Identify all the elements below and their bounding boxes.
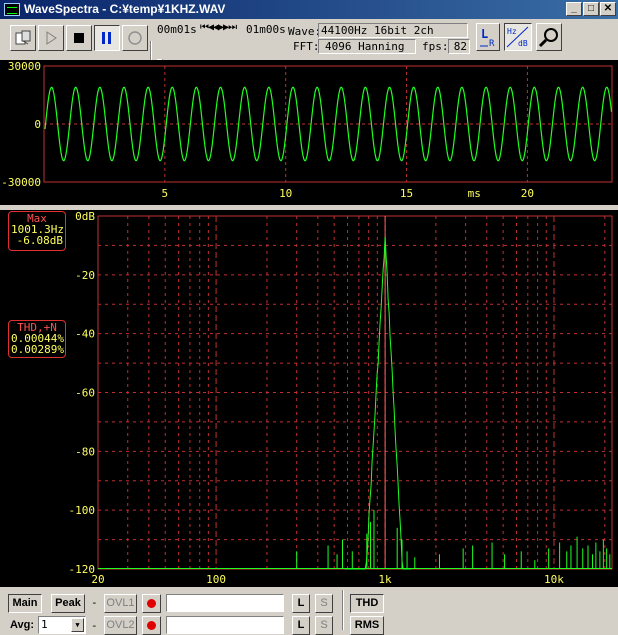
waveform-x-tick: 10 (279, 187, 292, 200)
spectrum-chart: 0dB-20-40-60-80-100-12020 100 1k 10k (69, 210, 613, 586)
hz-db-top-label: Hz (507, 27, 517, 36)
hz-db-bottom-label: dB (518, 39, 528, 48)
spectrum-panel[interactable]: 0dB -20 -40 -60 -80 -100 -120 20 100 1k 10k Max 10… (0, 210, 618, 587)
spectrum-y-tick: -20 (75, 269, 95, 282)
app-icon[interactable] (4, 3, 20, 16)
record-icon (128, 31, 142, 45)
fps-field: 82 (448, 39, 470, 54)
spectrum-x-tick: 20 (91, 573, 104, 586)
thd-button[interactable]: THD (350, 594, 384, 613)
waveform-y-tick: 0 (34, 118, 41, 131)
waveform-x-tick: 20 (521, 187, 534, 200)
max-info-box: Max 1001.3Hz -6.08dB (8, 211, 66, 251)
record-button[interactable] (122, 25, 148, 51)
dropdown-arrow-icon[interactable]: ▼ (71, 618, 84, 632)
fps-label: fps: (422, 40, 449, 53)
overlay-2-button[interactable]: OVL2 (104, 616, 137, 635)
average-label: Avg: (10, 619, 35, 631)
open-file-icon (15, 30, 31, 45)
overlay-1-record-button[interactable] (142, 594, 161, 613)
waveform-y-tick: -30000 (1, 176, 41, 189)
peak-button[interactable]: Peak (51, 594, 85, 613)
dash-1: - (91, 596, 98, 609)
thdn-value: 0.00289% (11, 343, 64, 356)
spectrum-x-tick: 1k (378, 573, 392, 586)
overlay-2-save-button[interactable]: S (315, 616, 333, 635)
waveform-x-tick: 15 (400, 187, 413, 200)
maximize-button[interactable]: □ (583, 2, 599, 16)
main-button[interactable]: Main (8, 594, 42, 613)
title-bar[interactable]: WaveSpectra - C:¥temp¥1KHZ.WAV _ □ ✕ (0, 0, 618, 19)
pause-button[interactable] (94, 25, 120, 51)
svg-text:L: L (481, 27, 488, 41)
average-value: 1 (41, 618, 48, 631)
spectrum-y-tick: 0dB (75, 210, 95, 223)
rms-button[interactable]: RMS (350, 616, 384, 635)
spectrum-y-tick: -100 (69, 504, 96, 517)
open-file-button[interactable] (10, 25, 36, 51)
waveform-x-tick: 5 (162, 187, 169, 200)
play-button[interactable] (38, 25, 64, 51)
channel-lr-button[interactable]: L R (476, 23, 500, 51)
lr-icon: L R (480, 27, 495, 48)
bottom-controls: Main Peak - OVL1 L S THD Avg: 1 ▼ - OVL2… (0, 588, 618, 635)
hz-db-icon: Hz dB (506, 26, 529, 48)
overlay-2-record-button[interactable] (142, 616, 161, 635)
waveform-panel[interactable]: 5 10 15 20 ms 30000 0 -30000 (0, 60, 618, 205)
wave-format-field: 44100Hz 16bit 2ch (318, 23, 468, 38)
overlay-1-name-field[interactable] (166, 594, 284, 612)
waveform-chart: 5 10 15 20 ms 30000 0 -30000 (1, 60, 613, 200)
waveform-x-unit: ms (468, 187, 481, 200)
length-time: 01m00s (246, 23, 286, 36)
spectrum-y-tick: -80 (75, 445, 95, 458)
window-title: WaveSpectra - C:¥temp¥1KHZ.WAV (24, 2, 226, 16)
bottom-separator (342, 590, 344, 630)
svg-text:R: R (489, 39, 495, 48)
fft-label: FFT: (293, 40, 320, 53)
spectrum-y-tick: -60 (75, 387, 95, 400)
spectrum-y-tick: -40 (75, 328, 95, 341)
minimize-button[interactable]: _ (566, 2, 582, 16)
magnifier-icon (538, 28, 558, 48)
spectrum-x-tick: 10k (544, 573, 564, 586)
waveform-y-tick: 30000 (8, 60, 41, 73)
thd-info-box: THD,+N 0.00044% 0.00289% (8, 320, 66, 358)
stop-icon (74, 33, 84, 43)
settings-button[interactable] (536, 23, 562, 51)
fft-settings-field[interactable]: 4096 Hanning (318, 39, 416, 54)
toolbar: 00m01s ⏮◀◀▶▶⏭ 01m00s Wave: 44100Hz 16bit… (0, 19, 618, 77)
max-level: -6.08dB (16, 234, 63, 247)
stop-button[interactable] (66, 25, 92, 51)
navigation-buttons[interactable]: ⏮◀◀▶▶⏭ (200, 22, 237, 33)
overlay-1-save-button[interactable]: S (315, 594, 333, 613)
overlay-2-name-field[interactable] (166, 616, 284, 634)
position-time: 00m01s (157, 23, 197, 36)
play-icon (46, 31, 57, 45)
overlay-2-load-button[interactable]: L (292, 616, 310, 635)
overlay-1-load-button[interactable]: L (292, 594, 310, 613)
spectrum-x-tick: 100 (206, 573, 226, 586)
average-select[interactable]: 1 ▼ (38, 616, 86, 634)
dash-2: - (91, 619, 98, 632)
overlay-1-button[interactable]: OVL1 (104, 594, 137, 613)
wave-label: Wave: (288, 25, 322, 38)
spectrum-trace (345, 236, 412, 570)
hz-db-scale-button[interactable]: Hz dB (504, 23, 532, 51)
close-button[interactable]: ✕ (600, 2, 616, 16)
pause-icon (102, 32, 111, 44)
